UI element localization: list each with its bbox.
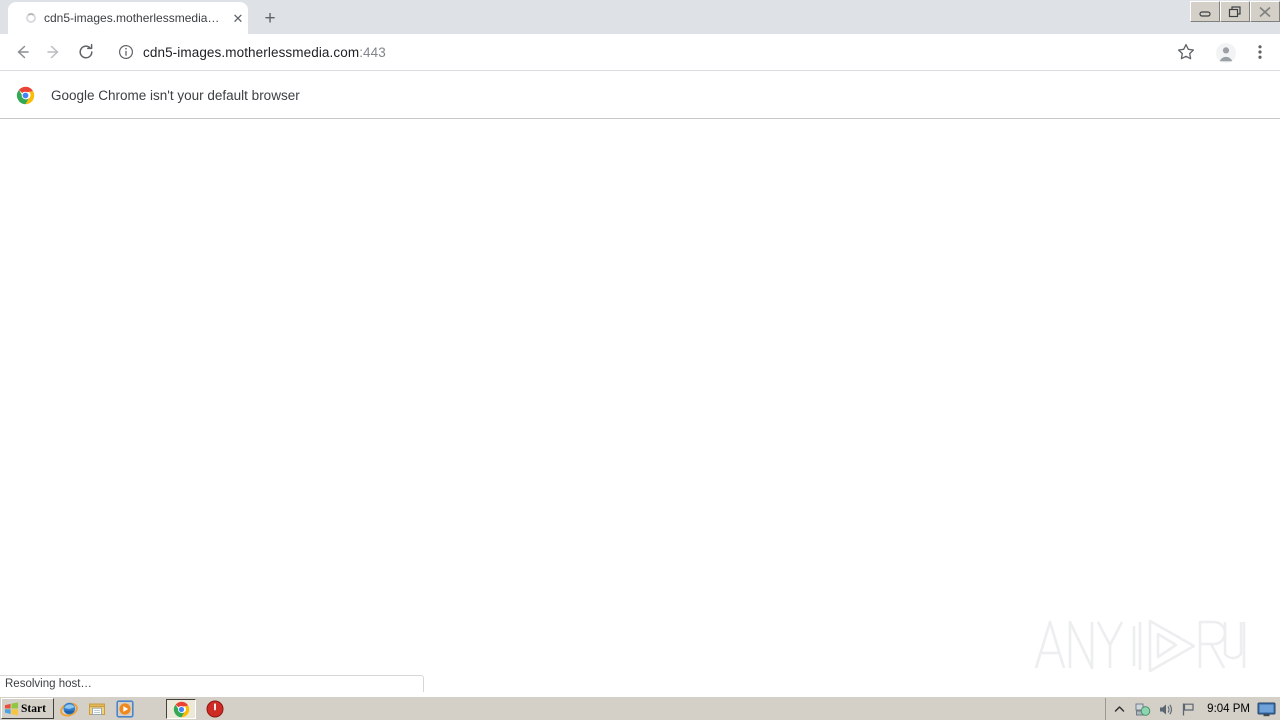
reload-icon xyxy=(79,43,93,59)
taskbar-extra-red-icon[interactable] xyxy=(206,700,224,718)
bookmark-button[interactable] xyxy=(1172,38,1200,66)
folder-window-icon[interactable] xyxy=(88,700,106,718)
media-player-icon[interactable] xyxy=(116,700,134,718)
back-arrow-icon xyxy=(17,45,29,59)
browser-tab[interactable]: cdn5-images.motherlessmedia.com ✕ xyxy=(8,2,248,34)
address-bar[interactable]: cdn5-images.motherlessmedia.com:443 xyxy=(108,39,1158,65)
close-icon xyxy=(1259,6,1271,17)
new-tab-button[interactable]: + xyxy=(258,7,282,31)
star-icon xyxy=(1177,43,1195,60)
reload-button[interactable] xyxy=(72,38,100,66)
quick-launch-bar xyxy=(60,698,134,720)
forward-arrow-icon xyxy=(47,45,59,59)
taskbar-task-chrome[interactable] xyxy=(166,699,196,719)
window-controls xyxy=(1190,0,1280,22)
red-power-icon xyxy=(206,700,224,718)
start-button[interactable]: Start xyxy=(1,698,54,719)
infobar-message: Google Chrome isn't your default browser xyxy=(51,88,300,103)
minimize-icon xyxy=(1199,10,1211,17)
chevron-up-icon[interactable] xyxy=(1111,701,1128,718)
info-circle-icon[interactable] xyxy=(118,44,134,60)
chrome-logo-icon xyxy=(173,701,189,717)
volume-icon[interactable] xyxy=(1157,701,1174,718)
internet-explorer-icon[interactable] xyxy=(60,700,78,718)
restore-icon xyxy=(1228,5,1241,17)
url-text: cdn5-images.motherlessmedia.com:443 xyxy=(143,45,386,60)
windows-flag-icon xyxy=(4,701,19,715)
system-tray: 9:04 PM xyxy=(1105,698,1280,720)
browser-toolbar: cdn5-images.motherlessmedia.com:443 xyxy=(0,34,1280,71)
minimize-button[interactable] xyxy=(1190,1,1220,22)
back-button[interactable] xyxy=(8,38,36,66)
browser-window: cdn5-images.motherlessmedia.com ✕ + cdn5… xyxy=(0,0,1280,720)
page-viewport xyxy=(0,119,1280,696)
status-bubble: Resolving host… xyxy=(0,675,424,692)
network-icon[interactable] xyxy=(1134,701,1151,718)
loading-spinner-icon xyxy=(26,13,36,23)
url-host: cdn5-images.motherlessmedia.com xyxy=(143,44,360,60)
default-browser-infobar: Google Chrome isn't your default browser… xyxy=(0,71,1280,181)
taskbar-clock[interactable]: 9:04 PM xyxy=(1207,703,1250,715)
flag-icon[interactable] xyxy=(1180,701,1197,718)
profile-avatar-icon xyxy=(1216,43,1236,63)
monitor-icon[interactable] xyxy=(1257,702,1276,717)
restore-button[interactable] xyxy=(1220,1,1250,22)
tab-close-icon[interactable]: ✕ xyxy=(230,11,246,27)
forward-button xyxy=(40,38,68,66)
close-button[interactable] xyxy=(1250,1,1280,22)
tab-title: cdn5-images.motherlessmedia.com xyxy=(44,11,222,25)
three-dot-menu-icon xyxy=(1258,45,1262,59)
tab-strip: cdn5-images.motherlessmedia.com ✕ + xyxy=(0,0,1280,34)
chrome-menu-button[interactable] xyxy=(1246,38,1274,66)
windows-taskbar: Start 9:04 PM xyxy=(0,696,1280,720)
url-port: :443 xyxy=(359,44,386,60)
status-text: Resolving host… xyxy=(5,678,92,690)
chrome-logo-icon xyxy=(16,86,35,105)
start-label: Start xyxy=(21,702,46,715)
profile-button[interactable] xyxy=(1212,38,1240,66)
